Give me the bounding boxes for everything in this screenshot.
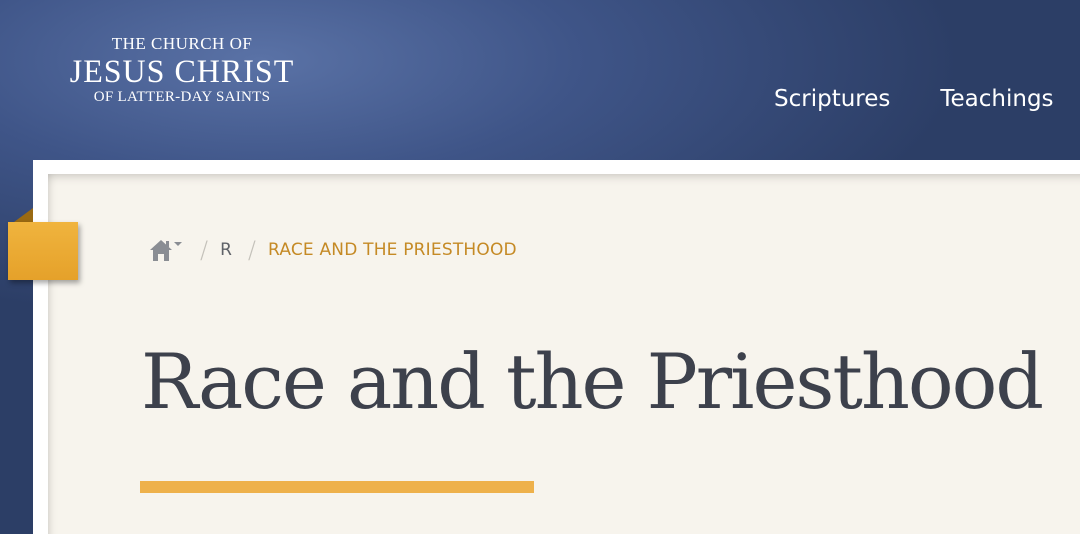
logo-line-1: The Church of bbox=[111, 34, 253, 53]
nav-scriptures[interactable]: Scriptures bbox=[774, 84, 890, 114]
bookmark-tab[interactable] bbox=[8, 222, 78, 280]
page-title: Race and the Priesthood bbox=[141, 337, 1044, 426]
church-logo[interactable]: The Church of Jesus Christ of Latter-day… bbox=[60, 34, 304, 106]
nav-teachings[interactable]: Teachings bbox=[940, 84, 1053, 114]
breadcrumb-separator: / bbox=[247, 236, 256, 264]
bookmark-fold bbox=[14, 208, 33, 222]
title-underline bbox=[140, 481, 534, 493]
breadcrumb-separator: / bbox=[200, 236, 209, 264]
chevron-down-icon bbox=[174, 242, 182, 246]
breadcrumb-item-current[interactable]: Race and the Priesthood bbox=[268, 240, 517, 260]
home-icon bbox=[150, 240, 182, 261]
logo-line-2: Jesus Christ bbox=[69, 52, 295, 90]
breadcrumb-home[interactable] bbox=[148, 237, 184, 263]
breadcrumb-item-r[interactable]: R bbox=[220, 240, 232, 260]
logo-line-3: of Latter-day Saints bbox=[93, 89, 271, 105]
page: The Church of Jesus Christ of Latter-day… bbox=[0, 0, 1080, 534]
top-nav: Scriptures Teachings bbox=[774, 84, 1054, 114]
breadcrumb: / R / Race and the Priesthood bbox=[148, 236, 517, 264]
